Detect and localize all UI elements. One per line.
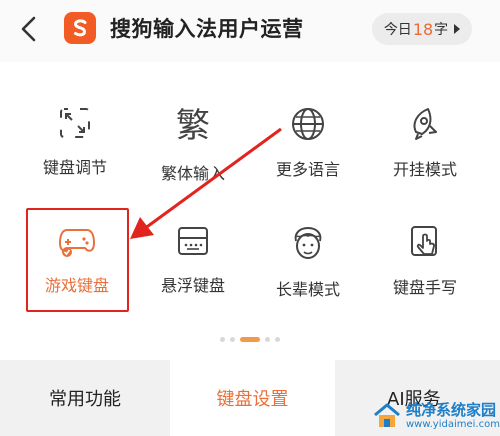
rocket-icon: [405, 106, 445, 142]
page-dot-active: [240, 336, 260, 342]
feature-boost-mode[interactable]: 开挂模式: [367, 62, 483, 179]
feature-label: 悬浮键盘: [160, 276, 225, 295]
house-logo-icon: [374, 403, 400, 427]
watermark-name: 纯净系统家园: [406, 401, 497, 419]
pointer-arrow: [130, 127, 282, 239]
page-indicator: [0, 335, 500, 343]
play-arrow-icon: [454, 24, 461, 34]
elder-face-icon: [288, 224, 328, 262]
watermark: 纯净系统家园 www.yidaimei.com: [372, 396, 500, 436]
tab-keyboard-settings[interactable]: 键盘设置: [170, 360, 335, 436]
today-prefix: 今日: [383, 22, 412, 38]
feature-label: 键盘调节: [42, 158, 107, 177]
feature-keyboard-adjust[interactable]: 键盘调节: [17, 62, 133, 177]
feature-label: 开挂模式: [392, 160, 457, 179]
watermark-url: www.yidaimei.com: [406, 419, 500, 430]
tab-common-functions[interactable]: 常用功能: [0, 360, 170, 436]
feature-label: 键盘手写: [392, 278, 457, 297]
today-count-badge[interactable]: 今日 18 字: [372, 13, 472, 45]
today-count: 18: [412, 19, 434, 39]
page-dot: [230, 336, 235, 342]
highlight-box: [26, 208, 129, 312]
feature-label: 长辈模式: [275, 280, 340, 299]
sogou-logo-icon: [64, 12, 96, 44]
feature-handwriting[interactable]: 键盘手写: [367, 180, 483, 297]
page-dot: [265, 336, 270, 342]
today-suffix: 字: [434, 22, 449, 38]
top-bar: 搜狗输入法用户运营 今日 18 字: [0, 0, 500, 62]
back-button[interactable]: [14, 14, 44, 44]
page-dot: [275, 336, 280, 342]
page-title: 搜狗输入法用户运营: [110, 17, 304, 41]
handwriting-icon: [405, 224, 445, 260]
globe-icon: [288, 106, 328, 142]
resize-icon: [55, 106, 95, 140]
chevron-left-icon: [21, 16, 36, 42]
page-dot: [220, 336, 225, 342]
